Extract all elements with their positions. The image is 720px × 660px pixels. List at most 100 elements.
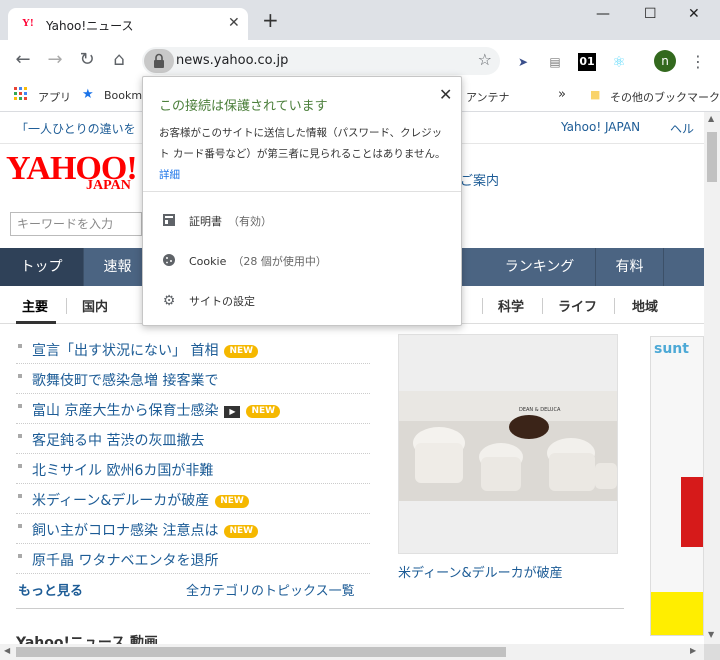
minimize-button[interactable]: — (596, 6, 610, 22)
new-tab-icon[interactable]: + (262, 10, 279, 30)
bullet-icon (18, 554, 22, 558)
sub-nav-active-indicator (16, 321, 56, 324)
sub-nav-domestic[interactable]: 国内 (82, 296, 108, 315)
apps-grid-icon[interactable] (14, 87, 28, 104)
photo-caption[interactable]: 米ディーン&デルーカが破産 (398, 562, 563, 581)
site-settings-row[interactable]: ⚙ サイトの設定 (143, 283, 461, 319)
details-link[interactable]: 詳細 (159, 169, 180, 181)
site-info-popup: この接続は保護されています ✕ お客様がこのサイトに送信した情報（パスワード、ク… (142, 76, 462, 326)
sub-nav-life[interactable]: ライフ (558, 296, 597, 315)
vertical-scroll-thumb[interactable] (707, 132, 717, 182)
keyword-search-input[interactable]: キーワードを入力 (10, 212, 142, 236)
profile-avatar[interactable]: n (654, 50, 676, 72)
news-headline[interactable]: 北ミサイル 欧州6カ国が非難 (32, 460, 213, 480)
nav-tab-top[interactable]: トップ (0, 248, 84, 286)
certificate-row[interactable]: 証明書 （有効） (143, 203, 461, 239)
scrollbar-corner (704, 644, 720, 660)
sub-nav-divider (66, 298, 67, 314)
scroll-right-icon[interactable]: ▶ (690, 646, 696, 655)
menu-dots-icon[interactable]: ⋮ (690, 52, 706, 71)
bullet-icon (18, 464, 22, 468)
close-window-button[interactable]: ✕ (688, 6, 700, 22)
cookie-status: （28 個が使用中） (232, 255, 327, 268)
react-extension-icon[interactable]: ⚛ (610, 53, 628, 71)
maximize-button[interactable]: ☐ (644, 6, 657, 22)
guide-link[interactable]: ご案内 (460, 170, 499, 189)
section-divider (16, 608, 624, 609)
news-item[interactable]: 原千晶 ワタナベエンタを退所 (16, 544, 370, 574)
bookmarks-overflow-chevron[interactable]: » (558, 87, 566, 102)
nav-tab-ranking[interactable]: ランキング (484, 248, 596, 286)
page-extension-icon[interactable]: ▤ (546, 53, 564, 71)
nav-tab-paid[interactable]: 有料 (596, 248, 664, 286)
news-headline[interactable]: 富山 京産大生から保育士感染 ▶ NEW (32, 400, 281, 420)
news-headline[interactable]: 米ディーン&デルーカが破産 NEW (32, 490, 249, 510)
sub-nav-main[interactable]: 主要 (22, 296, 48, 315)
gear-icon: ⚙ (162, 293, 176, 309)
horizontal-scroll-thumb[interactable] (16, 647, 506, 657)
back-arrow-icon[interactable]: ← (12, 49, 34, 71)
news-headline[interactable]: 飼い主がコロナ感染 注意点は NEW (32, 520, 259, 540)
ad-yellow-panel (651, 592, 703, 635)
bookmark-bookmarks[interactable]: Bookm (104, 89, 142, 102)
advertisement[interactable]: sunt (650, 336, 704, 636)
title-bar: Y! Yahoo!ニュース ✕ + — ☐ ✕ (0, 0, 720, 40)
topic-photo[interactable]: DEAN & DELUCA (398, 334, 618, 554)
horizontal-scrollbar[interactable]: ◀ ▶ (0, 644, 704, 660)
news-headline[interactable]: 原千晶 ワタナベエンタを退所 (32, 550, 218, 570)
sub-nav-region[interactable]: 地域 (632, 296, 658, 315)
new-badge: NEW (215, 495, 249, 508)
news-headline[interactable]: 客足鈍る中 苦渋の灰皿撤去 (32, 430, 204, 450)
all-categories-link[interactable]: 全カテゴリのトピックス一覧 (186, 580, 355, 599)
bullet-icon (18, 374, 22, 378)
news-headline[interactable]: 宣言「出す状況にない」 首相 NEW (32, 340, 259, 360)
popup-close-icon[interactable]: ✕ (439, 85, 452, 104)
bookmark-antenna[interactable]: アンテナ (466, 89, 510, 105)
video-section-heading: Yahoo!ニュース 動画 (16, 635, 159, 644)
sub-nav-science[interactable]: 科学 (498, 296, 524, 315)
help-link[interactable]: ヘル (670, 120, 694, 137)
more-link[interactable]: もっと見る (18, 580, 83, 599)
binary-extension-icon[interactable]: 01 (578, 53, 596, 71)
news-item[interactable]: 歌舞伎町で感染急増 接客業で (16, 364, 370, 394)
news-headline[interactable]: 歌舞伎町で感染急増 接客業で (32, 370, 218, 390)
sub-nav-divider (482, 298, 483, 314)
news-item[interactable]: 富山 京産大生から保育士感染 ▶ NEW (16, 394, 370, 424)
ad-title: sunt (654, 341, 689, 357)
new-badge: NEW (246, 405, 281, 418)
cursor-extension-icon[interactable]: ➤ (514, 53, 532, 71)
yahoo-japan-link[interactable]: Yahoo! JAPAN (561, 120, 640, 134)
news-item[interactable]: 宣言「出す状況にない」 首相 NEW (16, 334, 370, 364)
news-item[interactable]: 客足鈍る中 苦渋の灰皿撤去 (16, 424, 370, 454)
popup-title: この接続は保護されています (159, 99, 328, 114)
yahoo-logo[interactable]: YAHOO! JAPAN (6, 150, 146, 194)
bookmark-star-icon: ★ (82, 87, 94, 102)
lock-icon[interactable] (144, 49, 174, 73)
tab-yahoo-news[interactable]: Y! Yahoo!ニュース ✕ (8, 8, 248, 40)
scroll-left-icon[interactable]: ◀ (4, 646, 10, 655)
forward-arrow-icon[interactable]: → (44, 49, 66, 71)
top-message[interactable]: 「一人ひとりの違いを (16, 120, 136, 137)
video-icon: ▶ (224, 406, 241, 418)
tab-close-icon[interactable]: ✕ (228, 15, 240, 31)
bullet-icon (18, 434, 22, 438)
address-bar[interactable]: news.yahoo.co.jp ☆ (142, 47, 500, 75)
news-item[interactable]: 飼い主がコロナ感染 注意点は NEW (16, 514, 370, 544)
cups-photo: DEAN & DELUCA (399, 391, 617, 501)
scroll-down-icon[interactable]: ▼ (708, 630, 714, 639)
home-icon[interactable]: ⌂ (108, 49, 130, 71)
new-badge: NEW (224, 345, 259, 358)
bookmark-star-icon[interactable]: ☆ (478, 50, 492, 69)
news-item[interactable]: 米ディーン&デルーカが破産 NEW (16, 484, 370, 514)
vertical-scrollbar[interactable]: ▲ ▼ (704, 112, 720, 644)
bookmark-apps[interactable]: アプリ (38, 89, 71, 105)
browser-window: Y! Yahoo!ニュース ✕ + — ☐ ✕ ← → ↻ ⌂ news.yah… (0, 0, 720, 660)
popup-description: お客様がこのサイトに送信した情報（パスワード、クレジット カード番号など）が第三… (159, 127, 446, 181)
bullet-icon (18, 494, 22, 498)
bookmark-other[interactable]: その他のブックマーク (610, 89, 720, 105)
scroll-up-icon[interactable]: ▲ (708, 114, 714, 123)
reload-icon[interactable]: ↻ (76, 49, 98, 71)
url-text[interactable]: news.yahoo.co.jp (176, 53, 288, 68)
cookie-row[interactable]: Cookie （28 個が使用中） (143, 243, 461, 279)
news-item[interactable]: 北ミサイル 欧州6カ国が非難 (16, 454, 370, 484)
